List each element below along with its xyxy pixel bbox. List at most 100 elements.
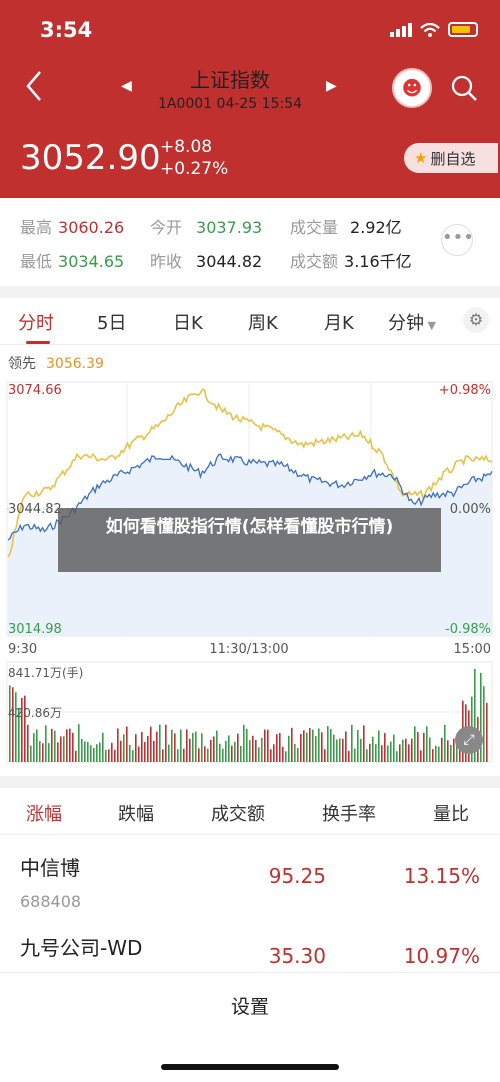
volume-bar <box>246 728 248 762</box>
index-change: +8.08 +0.27% <box>160 136 228 180</box>
tab-weekly-k[interactable]: 周K <box>248 309 278 335</box>
back-button[interactable] <box>24 70 44 108</box>
volume-bar <box>276 734 278 762</box>
volume-bar <box>441 737 443 762</box>
volume-bar <box>45 725 47 762</box>
wifi-icon <box>420 22 440 37</box>
volume-bar <box>87 741 89 762</box>
volume-bar <box>111 742 113 762</box>
volume-bar <box>315 736 317 762</box>
volume-bar <box>237 733 239 762</box>
fav-label: 删自选 <box>430 149 476 168</box>
tab-minute[interactable]: 分钟 ▼ <box>388 309 436 335</box>
stat-prev-value: 3044.82 <box>196 252 263 271</box>
volume-bar <box>216 730 218 762</box>
volume-bar <box>291 727 293 762</box>
search-icon <box>451 75 477 101</box>
volume-bar <box>366 749 368 762</box>
rank-tab-amount[interactable]: 成交额 <box>211 800 265 826</box>
volume-bar <box>123 734 125 762</box>
volume-bar <box>171 729 173 762</box>
fullscreen-button[interactable]: ⤢ <box>455 726 483 754</box>
volume-bar <box>174 733 176 762</box>
remove-favorite-button[interactable]: ★ 删自选 <box>404 143 498 173</box>
volume-bar <box>420 750 422 762</box>
x-label-noon: 11:30/13:00 <box>209 642 288 657</box>
index-price: 3052.90 <box>20 138 161 178</box>
mascot-avatar[interactable]: ☻ <box>392 68 432 108</box>
volume-bar <box>57 742 59 762</box>
volume-bar <box>312 729 314 762</box>
chart-settings-button[interactable]: ⚙ <box>463 307 489 333</box>
volume-bar <box>378 730 380 762</box>
stat-open-label: 今开 <box>150 218 183 237</box>
volume-bar <box>102 732 104 762</box>
volume-bar <box>264 729 266 762</box>
tab-intraday[interactable]: 分时 <box>18 309 54 335</box>
volume-bar <box>336 739 338 762</box>
volume-bar <box>138 746 140 762</box>
volume-bar <box>135 734 137 762</box>
volume-bar <box>228 735 230 762</box>
volume-bar <box>48 743 50 762</box>
settings-button[interactable]: 设置 <box>0 992 500 1019</box>
volume-bar <box>288 735 290 762</box>
volume-bar <box>306 732 308 762</box>
volume-bar <box>342 738 344 762</box>
tab-monthly-k[interactable]: 月K <box>324 309 354 335</box>
volume-bar <box>78 724 80 762</box>
volume-bar <box>423 732 425 762</box>
volume-bar <box>438 746 440 762</box>
y-label-mid: 3044.82 <box>8 502 62 517</box>
stat-high: 最高 3060.26 <box>20 214 124 238</box>
stat-low-label: 最低 <box>20 252 53 271</box>
volume-bar <box>141 732 143 762</box>
stat-low: 最低 3034.65 <box>20 248 124 272</box>
rank-tab-losers[interactable]: 跌幅 <box>118 800 154 826</box>
volume-bar <box>192 733 194 762</box>
tab-daily-k[interactable]: 日K <box>173 309 203 335</box>
stat-amount-value: 3.16千亿 <box>344 252 412 271</box>
search-button[interactable] <box>450 74 478 102</box>
volume-bar <box>36 729 38 762</box>
more-icon[interactable]: ••• <box>441 224 474 256</box>
volume-bar <box>282 746 284 762</box>
volume-bar <box>162 749 164 762</box>
volume-bar <box>321 732 323 762</box>
pct-label-mid: 0.00% <box>450 502 491 517</box>
page-subtitle: 1A0001 04-25 15:54 <box>157 96 303 112</box>
rank-tab-gainers[interactable]: 涨幅 <box>26 800 62 826</box>
volume-bar <box>255 739 257 762</box>
tab-5day[interactable]: 5日 <box>97 309 126 335</box>
pct-label-top: +0.98% <box>439 383 491 398</box>
volume-bar <box>417 732 419 762</box>
volume-bar <box>324 749 326 762</box>
leader-value: 3056.39 <box>46 356 104 372</box>
volume-bar <box>480 672 482 762</box>
volume-bar <box>69 728 71 762</box>
volume-bar <box>372 736 374 762</box>
volume-bar <box>327 726 329 762</box>
volume-bar <box>27 724 29 762</box>
stock-name: 中信博 <box>20 856 80 880</box>
prev-stock-button[interactable]: ◀ <box>121 78 132 94</box>
volume-bar <box>231 745 233 762</box>
rank-divider <box>0 834 500 835</box>
volume-bar <box>117 728 119 762</box>
volume-bar <box>186 729 188 762</box>
next-stock-button[interactable]: ▶ <box>326 78 337 94</box>
stat-prev: 昨收 3044.82 <box>150 248 262 272</box>
volume-bar <box>90 745 92 762</box>
volume-bar <box>63 736 65 762</box>
volume-bar <box>75 750 77 762</box>
stock-price: 35.30 <box>268 944 326 968</box>
volume-bar <box>285 751 287 762</box>
volume-bar <box>153 740 155 762</box>
rank-tab-volume-ratio[interactable]: 量比 <box>433 800 469 826</box>
rank-tab-turnover[interactable]: 换手率 <box>322 800 376 826</box>
volume-bar <box>249 740 251 762</box>
stats-panel <box>0 198 500 286</box>
volume-bar <box>363 725 365 762</box>
volume-bar <box>339 738 341 762</box>
volume-bar <box>390 741 392 762</box>
